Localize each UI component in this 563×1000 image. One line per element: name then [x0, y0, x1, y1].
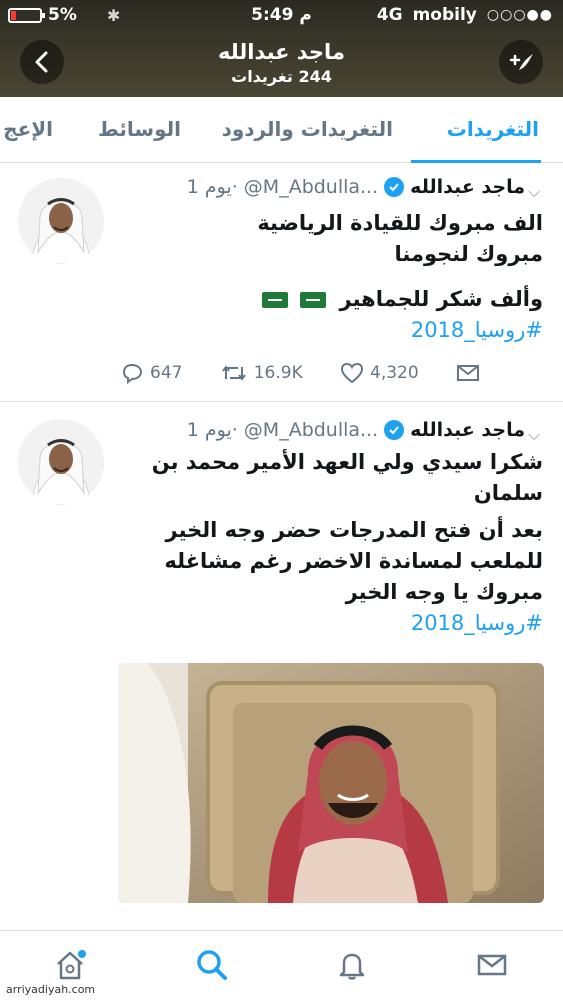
search-icon: [197, 950, 227, 980]
dm-button[interactable]: [456, 363, 480, 383]
hashtag-link[interactable]: #روسيا_2018: [118, 315, 543, 346]
header-name: ماجد عبدالله: [218, 40, 345, 64]
tweet-line: شكرا سيدي ولي العهد الأمير محمد بن: [151, 450, 543, 474]
compose-icon: [509, 54, 533, 70]
compose-button[interactable]: [499, 40, 543, 84]
profile-header: 5% ✱ 5:49 م 4G mobily ○○○●● ماجد عبدالله…: [0, 0, 563, 97]
messages-tab[interactable]: [472, 945, 512, 985]
avatar-photo: [18, 178, 104, 264]
tweet-line: للملعب لمساندة الاخضر رغم مشاغله: [164, 549, 543, 573]
watermark: arriyadiyah.com: [6, 983, 96, 996]
tweet-text: شكرا سيدي ولي العهد الأمير محمد بن سلمان…: [118, 447, 543, 639]
tweet-menu-chevron-icon[interactable]: ⌵: [528, 425, 540, 445]
tweet-meta: 1 يوم· @M_Abdulla... ماجد عبدالله: [187, 419, 525, 441]
retweet-button[interactable]: 16.9K: [220, 363, 303, 383]
reply-count: 647: [150, 363, 183, 383]
verified-badge-icon: [384, 177, 405, 197]
tweet-line: مبروك لنجومنا: [394, 242, 543, 266]
tab-media[interactable]: الوسائط: [98, 117, 181, 141]
status-bar: 5% ✱ 5:49 م 4G mobily ○○○●●: [0, 0, 563, 30]
avatar[interactable]: [18, 419, 104, 505]
reply-icon: [122, 363, 143, 384]
home-tab[interactable]: [50, 945, 90, 985]
tweet-handle[interactable]: @M_Abdulla...: [244, 419, 378, 441]
saudi-flag-icon: [300, 292, 327, 308]
header-title: ماجد عبدالله 244 تغريدات: [0, 40, 563, 86]
tab-tweets[interactable]: التغريدات: [447, 117, 539, 141]
retweet-icon: [221, 365, 246, 381]
like-count: 4,320: [370, 363, 419, 383]
search-tab[interactable]: [192, 945, 232, 985]
mail-icon: [477, 954, 507, 976]
tweet-actions: 647 16.9K 4,320: [120, 362, 480, 384]
notifications-tab[interactable]: [332, 945, 372, 985]
reply-button[interactable]: 647: [120, 362, 182, 384]
tab-likes[interactable]: الإعج: [3, 117, 53, 141]
avatar[interactable]: [18, 178, 104, 264]
bell-icon: [339, 953, 365, 980]
tab-tweets-replies[interactable]: التغريدات والردود: [222, 117, 393, 141]
tweet-menu-chevron-icon[interactable]: ⌵: [528, 182, 540, 202]
tweet-line: مبروك يا وجه الخير: [345, 580, 543, 604]
home-icon: [57, 950, 86, 980]
avatar-photo: [18, 419, 104, 505]
tweet-author-name[interactable]: ماجد عبدالله: [410, 419, 525, 441]
signal-icon: ○○○●●: [486, 7, 553, 23]
tweet-handle[interactable]: @M_Abdulla...: [244, 176, 378, 198]
hashtag-link[interactable]: #روسيا_2018: [118, 608, 543, 639]
tweet-photo-image: [118, 663, 544, 903]
tweet-photo[interactable]: [118, 663, 544, 903]
tweet-text: الف مبروك للقيادة الرياضية مبروك لنجومنا…: [118, 208, 543, 346]
active-tab-indicator: [411, 160, 541, 163]
tweet-time: 1 يوم·: [186, 419, 238, 441]
tweet-author-name[interactable]: ماجد عبدالله: [410, 176, 525, 198]
tweet-count: 244 تغريدات: [231, 67, 332, 86]
tweet[interactable]: ⌵ 1 يوم· @M_Abdulla... ماجد عبدالله الف …: [0, 164, 563, 402]
tweet-time: 1 يوم·: [186, 176, 238, 198]
envelope-icon: [456, 365, 479, 381]
tweet-line: بعد أن فتح المدرجات حضر وجه الخير: [165, 518, 544, 542]
tweet-line: الف مبروك للقيادة الرياضية: [257, 211, 543, 235]
heart-icon: [341, 362, 364, 384]
verified-badge-icon: [384, 420, 405, 440]
tweet-line-with-flags: وألف شكر للجماهير: [118, 284, 543, 315]
retweet-count: 16.9K: [253, 363, 303, 383]
tweet-meta: 1 يوم· @M_Abdulla... ماجد عبدالله: [187, 176, 525, 198]
network-type: 4G: [376, 5, 403, 25]
like-button[interactable]: 4,320: [340, 362, 419, 384]
saudi-flag-icon: [262, 292, 289, 308]
carrier-name: mobily: [412, 5, 477, 25]
tweet-line: وألف شكر للجماهير: [339, 287, 543, 311]
profile-tabs: التغريدات التغريدات والردود الوسائط الإع…: [0, 97, 563, 163]
tweet-line: سلمان: [473, 481, 543, 505]
tweet[interactable]: ⌵ 1 يوم· @M_Abdulla... ماجد عبدالله شكرا…: [0, 403, 563, 930]
